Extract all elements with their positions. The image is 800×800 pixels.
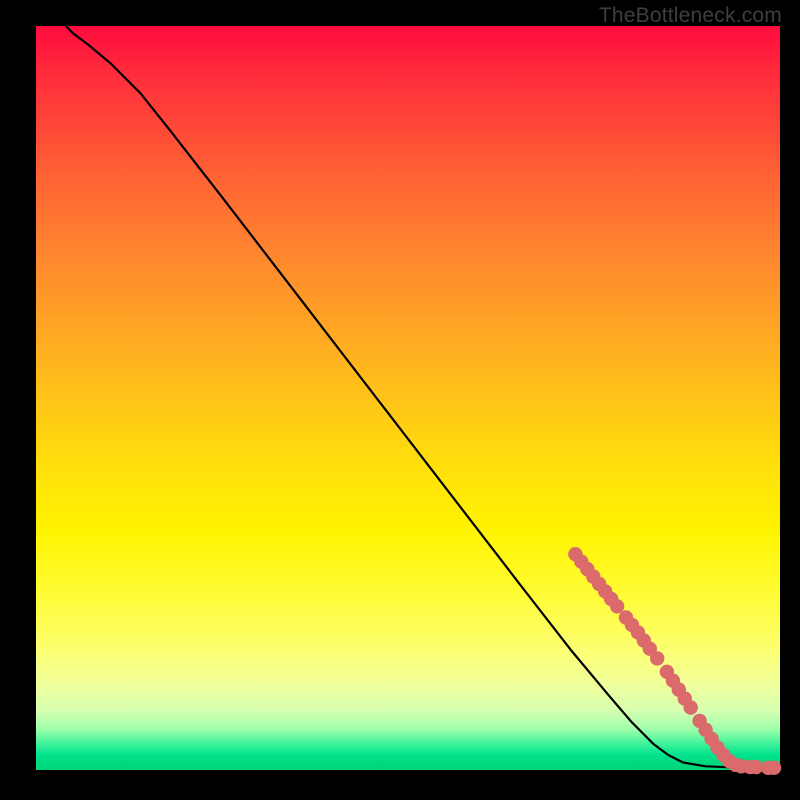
data-point: [610, 599, 624, 613]
data-point: [684, 700, 698, 714]
data-point: [650, 651, 664, 665]
watermark-text: TheBottleneck.com: [599, 4, 782, 28]
data-point: [767, 761, 781, 775]
curve-layer: [36, 26, 780, 770]
data-points: [568, 547, 781, 775]
chart-frame: TheBottleneck.com: [0, 0, 800, 800]
plot-area: [36, 26, 780, 770]
bottleneck-curve: [66, 26, 780, 768]
